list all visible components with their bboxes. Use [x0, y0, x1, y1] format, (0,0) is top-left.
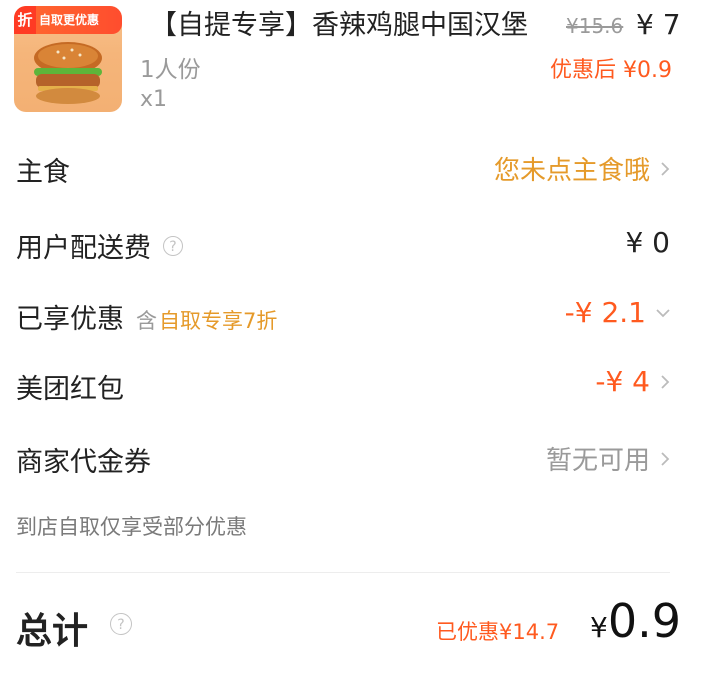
delivery-fee-value-wrap: ¥ 0: [625, 226, 670, 259]
chevron-right-icon: [661, 374, 670, 389]
product-thumbnail[interactable]: 折 自取更优惠: [14, 6, 122, 112]
currency-symbol: ¥: [590, 611, 608, 644]
discount-row: 已享优惠 含 自取专享7折: [16, 297, 277, 336]
voucher-label: 商家代金券: [16, 447, 151, 478]
total-price: ¥0.9: [590, 594, 681, 648]
promo-badge: 折 自取更优惠: [14, 6, 122, 34]
product-title: 【自提专享】香辣鸡腿中国汉堡: [150, 10, 528, 41]
staple-value: 您未点主食哦: [493, 156, 650, 186]
discount-prefix: 含: [136, 309, 157, 333]
promo-text: 自取更优惠: [39, 13, 100, 27]
total-amount: 0.9: [607, 594, 681, 648]
delivery-fee-row: 用户配送费 ?: [16, 226, 183, 265]
product-quantity: x1: [140, 87, 168, 112]
discount-value: -¥ 2.1: [564, 296, 646, 329]
burger-image: [34, 42, 102, 104]
discount-detail: 自取专享7折: [159, 309, 278, 333]
discount-label: 已享优惠: [16, 304, 124, 335]
total-saved: 已优惠¥14.7: [436, 620, 560, 644]
chevron-right-icon: [661, 161, 670, 176]
discount-row-action[interactable]: -¥ 2.1: [565, 296, 670, 329]
divider: [16, 572, 670, 573]
red-packet-row-action[interactable]: -¥ 4: [595, 365, 670, 398]
price-after-discount: 优惠后 ¥0.9: [550, 58, 672, 83]
delivery-fee-label: 用户配送费: [16, 233, 151, 264]
red-packet-label: 美团红包: [16, 374, 124, 405]
pickup-note: 到店自取仅享受部分优惠: [16, 515, 247, 539]
delivery-fee-value: ¥ 0: [625, 226, 670, 259]
product-price: ¥ 7: [636, 8, 681, 41]
discount-icon: 折: [14, 6, 36, 34]
chevron-right-icon: [661, 451, 670, 466]
question-circle-icon[interactable]: ?: [110, 613, 132, 635]
serving-size: 1人份: [140, 57, 201, 83]
chevron-down-icon: [656, 308, 670, 317]
voucher-row-action[interactable]: 暂无可用: [546, 440, 670, 477]
original-price: ¥15.6: [566, 14, 624, 38]
question-circle-icon[interactable]: ?: [163, 235, 183, 256]
voucher-value: 暂无可用: [545, 446, 650, 476]
red-packet-value: -¥ 4: [595, 365, 650, 398]
staple-row-action[interactable]: 您未点主食哦: [494, 150, 670, 187]
staple-label: 主食: [16, 157, 70, 188]
total-label: 总计: [16, 611, 89, 652]
